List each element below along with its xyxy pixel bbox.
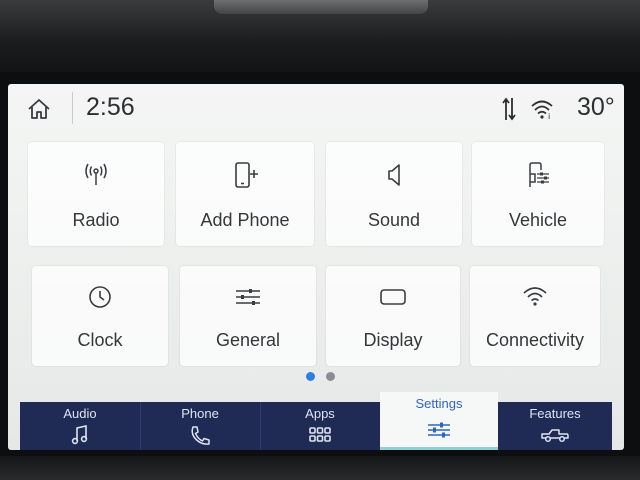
- settings-sliders-icon: [428, 422, 450, 438]
- clock-tile[interactable]: Clock: [32, 266, 168, 366]
- status-clock: 2:56: [86, 93, 135, 121]
- radio-label: Radio: [72, 210, 120, 230]
- status-bar: 2:56 i 30°: [8, 84, 624, 134]
- connectivity-label: Connectivity: [485, 330, 585, 350]
- clock-label: Clock: [77, 330, 123, 350]
- nav-apps-label: Apps: [305, 406, 335, 421]
- svg-text:i: i: [548, 112, 550, 120]
- connectivity-tile[interactable]: Connectivity: [470, 266, 600, 366]
- speaker-icon: [388, 164, 400, 186]
- clock-icon: [89, 286, 111, 308]
- vehicle-settings-icon: [529, 162, 549, 187]
- wifi-status-icon: i: [531, 100, 553, 120]
- nav-apps[interactable]: Apps: [260, 402, 381, 450]
- nav-features-label: Features: [529, 406, 581, 421]
- wifi-icon: [523, 287, 547, 306]
- nav-settings[interactable]: Settings: [380, 392, 498, 450]
- page-dot[interactable]: [326, 372, 335, 381]
- sliders-icon: [236, 289, 260, 305]
- add-phone-icon: [235, 162, 258, 188]
- phone-icon: [191, 426, 210, 445]
- general-label: General: [215, 330, 281, 350]
- bezel-slot: [214, 0, 428, 14]
- radio-antenna-icon: [85, 163, 107, 185]
- music-note-icon: [71, 425, 88, 445]
- display-icon: [380, 289, 406, 305]
- display-label: Display: [363, 330, 423, 350]
- display-tile[interactable]: Display: [326, 266, 460, 366]
- vehicle-label: Vehicle: [508, 210, 568, 230]
- general-tile[interactable]: General: [180, 266, 316, 366]
- active-tab-underline: [380, 447, 498, 450]
- data-transfer-icon: [502, 97, 516, 121]
- nav-phone-label: Phone: [181, 406, 219, 421]
- bezel-top: [0, 0, 640, 72]
- add-phone-tile[interactable]: Add Phone: [176, 142, 314, 246]
- radio-tile[interactable]: Radio: [28, 142, 164, 246]
- sound-label: Sound: [367, 210, 421, 230]
- truck-icon: [541, 429, 569, 443]
- nav-audio-label: Audio: [63, 406, 97, 421]
- status-divider: [72, 92, 73, 124]
- nav-settings-label: Settings: [415, 396, 463, 411]
- nav-features[interactable]: Features: [498, 402, 612, 450]
- sound-tile[interactable]: Sound: [326, 142, 462, 246]
- bottom-nav: Audio Phone Apps Settings Features: [20, 392, 612, 450]
- temperature-readout: 30°: [577, 93, 615, 121]
- vehicle-tile[interactable]: Vehicle: [472, 142, 604, 246]
- page-dot-active[interactable]: [306, 372, 315, 381]
- nav-phone[interactable]: Phone: [140, 402, 261, 450]
- bezel-bottom: [0, 456, 640, 480]
- apps-grid-icon: [309, 427, 331, 442]
- touchscreen: 2:56 i 30° Radio Add Phone Sound Vehicle…: [8, 84, 624, 450]
- nav-audio[interactable]: Audio: [20, 402, 141, 450]
- home-icon[interactable]: [26, 96, 52, 122]
- add-phone-label: Add Phone: [200, 210, 290, 230]
